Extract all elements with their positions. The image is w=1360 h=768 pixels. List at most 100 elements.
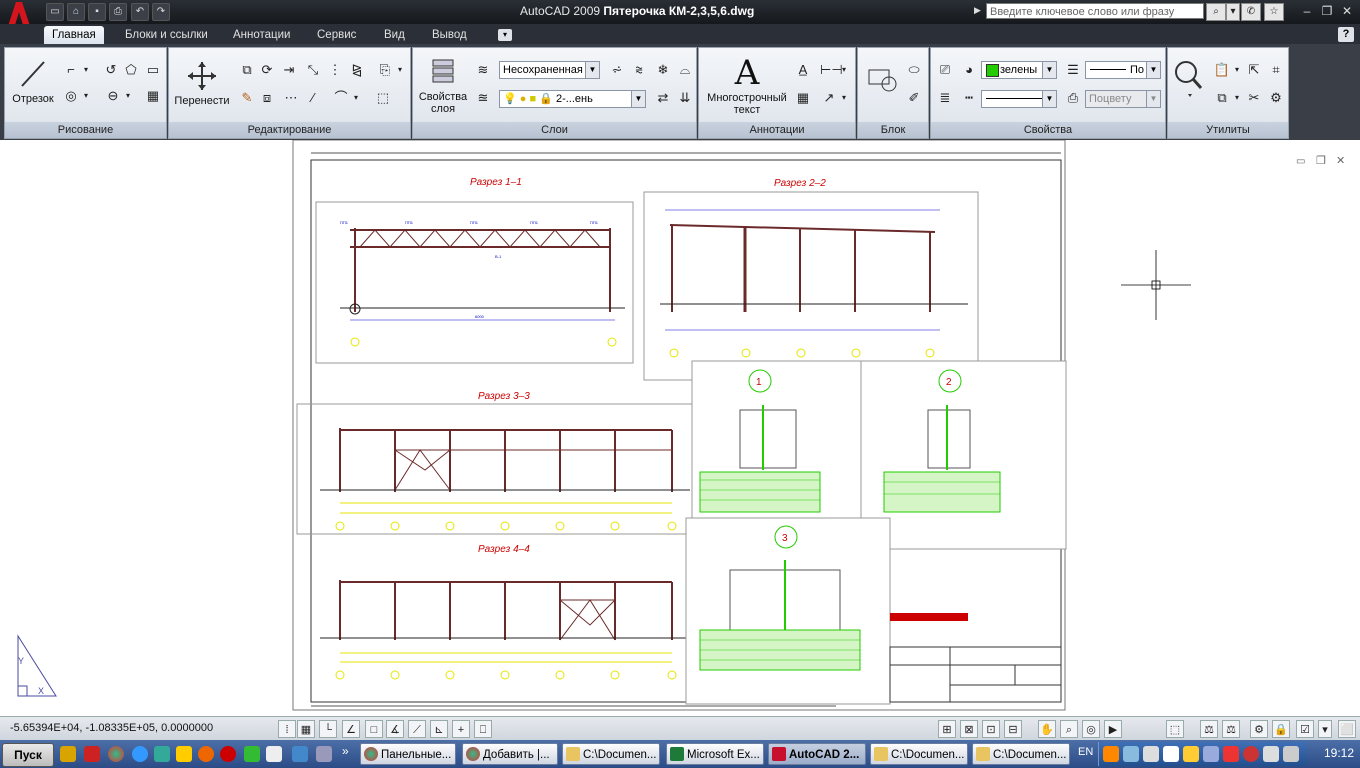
- model-icon[interactable]: ⊞: [938, 720, 956, 738]
- annotation-visibility-icon[interactable]: ⚖: [1222, 720, 1240, 738]
- list-icon[interactable]: ≣: [935, 88, 955, 108]
- ribbon-minimize-icon[interactable]: ▾: [498, 29, 512, 41]
- undo-icon[interactable]: ↶: [131, 3, 149, 21]
- expand-search-icon[interactable]: ▶: [974, 5, 981, 16]
- tab-view[interactable]: Вид: [376, 26, 413, 44]
- chevron-down-icon[interactable]: ▾: [351, 88, 361, 108]
- chevron-down-icon[interactable]: ▾: [1232, 88, 1242, 108]
- layer-properties-button[interactable]: Свойства слоя: [415, 56, 471, 115]
- ortho-icon[interactable]: └: [319, 720, 337, 738]
- ellipse-icon[interactable]: ⊖: [103, 86, 123, 106]
- showmotion-icon[interactable]: ▶: [1104, 720, 1122, 738]
- osnap-icon[interactable]: □: [365, 720, 383, 738]
- line-button[interactable]: Отрезок: [9, 58, 57, 105]
- chevron-down-icon[interactable]: ▾: [81, 60, 91, 80]
- insert-block-button[interactable]: [862, 62, 902, 97]
- redo-icon[interactable]: ↷: [152, 3, 170, 21]
- tab-blocks-refs[interactable]: Блоки и ссылки: [117, 26, 216, 44]
- quick-select-icon[interactable]: ⇱: [1244, 60, 1264, 80]
- break-icon[interactable]: ⋯: [281, 88, 301, 108]
- layer-match-icon[interactable]: ≊: [473, 88, 493, 108]
- tab-home[interactable]: Главная: [44, 26, 104, 44]
- task-explorer-2[interactable]: C:\Documen...: [870, 743, 968, 765]
- quick-properties-icon[interactable]: ⎕: [474, 720, 492, 738]
- panel-utilities-title[interactable]: Утилиты: [1168, 122, 1288, 138]
- layer-walk-icon[interactable]: ⇄: [653, 88, 673, 108]
- cut-icon[interactable]: ✂: [1244, 88, 1264, 108]
- tray-app-icon[interactable]: [1123, 746, 1139, 762]
- current-layer-dropdown[interactable]: 💡 ● ■ 🔒 2-...ень ▼: [499, 90, 646, 108]
- copy-icon[interactable]: ⧉: [237, 60, 257, 80]
- calculator-icon[interactable]: ⌗: [1266, 60, 1286, 80]
- layer-unisolate-icon[interactable]: ⩬: [629, 60, 649, 80]
- revcloud-icon[interactable]: ↺: [101, 60, 121, 80]
- open-icon[interactable]: ⌂: [67, 3, 85, 21]
- chevron-down-icon[interactable]: ▾: [1226, 3, 1240, 21]
- text-style-icon[interactable]: A̲: [793, 60, 813, 80]
- panel-draw-title[interactable]: Рисование: [5, 122, 166, 138]
- pan-icon[interactable]: ✋: [1038, 720, 1056, 738]
- viewport-minimize-icon[interactable]: ▭: [1296, 156, 1305, 167]
- otrack-icon[interactable]: ∡: [386, 720, 404, 738]
- color-dropdown[interactable]: зелены ▼: [981, 61, 1057, 79]
- task-excel[interactable]: Microsoft Ex...: [666, 743, 764, 765]
- create-block-icon[interactable]: ⬭: [904, 60, 924, 80]
- viewport-restore-icon[interactable]: ❐: [1316, 154, 1326, 167]
- stretch-icon[interactable]: ⬚: [373, 88, 393, 108]
- match-properties-icon[interactable]: ⎚: [935, 60, 955, 80]
- linetype-icon[interactable]: ┅: [959, 88, 979, 108]
- minimize-icon[interactable]: –: [1298, 4, 1316, 18]
- chevron-down-icon[interactable]: ▾: [81, 86, 91, 106]
- workspace-icon[interactable]: ⚙: [1250, 720, 1268, 738]
- erase-icon[interactable]: ✎: [237, 88, 257, 108]
- dimension-icon[interactable]: ⊢⊣: [819, 60, 843, 80]
- tray-app-icon[interactable]: [1183, 746, 1199, 762]
- color-wheel-icon[interactable]: ◕: [959, 60, 979, 80]
- ducs-icon[interactable]: ⟋: [408, 720, 426, 738]
- tab-output[interactable]: Вывод: [424, 26, 475, 44]
- help-icon[interactable]: ?: [1338, 27, 1354, 42]
- quicklaunch-app-icon[interactable]: [316, 746, 332, 762]
- polar-icon[interactable]: ∠: [342, 720, 360, 738]
- chevron-down-icon[interactable]: ▾: [395, 60, 405, 80]
- panel-annotation-title[interactable]: Аннотации: [699, 122, 855, 138]
- firefox-icon[interactable]: [198, 746, 214, 762]
- panel-layers-title[interactable]: Слои: [413, 122, 696, 138]
- zoom-button[interactable]: [1170, 58, 1206, 101]
- join-icon[interactable]: ⁄: [303, 88, 323, 108]
- plot-style-icon[interactable]: ⎙: [1063, 88, 1083, 108]
- layer-state-dropdown[interactable]: Несохраненная ▼: [499, 61, 600, 79]
- chevron-down-icon[interactable]: ▾: [123, 86, 133, 106]
- quicklaunch-app-icon[interactable]: [84, 746, 100, 762]
- dyn-icon[interactable]: ⊾: [430, 720, 448, 738]
- language-indicator[interactable]: EN: [1078, 746, 1093, 758]
- mtext-button[interactable]: A Многострочный текст: [701, 54, 793, 116]
- tray-app-icon[interactable]: [1203, 746, 1219, 762]
- quicklaunch-app-icon[interactable]: [60, 746, 76, 762]
- tray-app-icon[interactable]: [1263, 746, 1279, 762]
- tray-app-icon[interactable]: [1163, 746, 1179, 762]
- copy-clip-icon[interactable]: ⧉: [1212, 88, 1232, 108]
- quicklaunch-app-icon[interactable]: [292, 746, 308, 762]
- chevron-down-icon[interactable]: ▾: [839, 60, 849, 80]
- task-chrome-2[interactable]: Добавить |...: [462, 743, 558, 765]
- panel-modify-title[interactable]: Редактирование: [169, 122, 410, 138]
- rectangle-icon[interactable]: ▭: [143, 60, 163, 80]
- search-input[interactable]: Введите ключевое слово или фразу: [986, 3, 1204, 19]
- paste-icon[interactable]: 📋: [1212, 60, 1232, 80]
- task-autocad[interactable]: AutoCAD 2...: [768, 743, 866, 765]
- lineweight-dropdown[interactable]: ▼: [981, 90, 1057, 108]
- restore-icon[interactable]: ❐: [1318, 4, 1336, 18]
- favorites-icon[interactable]: ☆: [1264, 3, 1284, 21]
- layout2-icon[interactable]: ⊡: [982, 720, 1000, 738]
- clock[interactable]: 19:12: [1324, 746, 1354, 760]
- new-icon[interactable]: ▭: [46, 3, 64, 21]
- explode-icon[interactable]: ⎘: [375, 60, 395, 80]
- task-chrome-1[interactable]: Панельные...: [360, 743, 456, 765]
- tray-app-icon[interactable]: [1103, 746, 1119, 762]
- chevron-down-icon[interactable]: ▾: [1232, 60, 1242, 80]
- edit-block-icon[interactable]: ✐: [904, 88, 924, 108]
- trim-icon[interactable]: ⇥: [279, 60, 299, 80]
- array-icon[interactable]: ⋮: [325, 60, 345, 80]
- communication-center-icon[interactable]: ✆: [1241, 3, 1261, 21]
